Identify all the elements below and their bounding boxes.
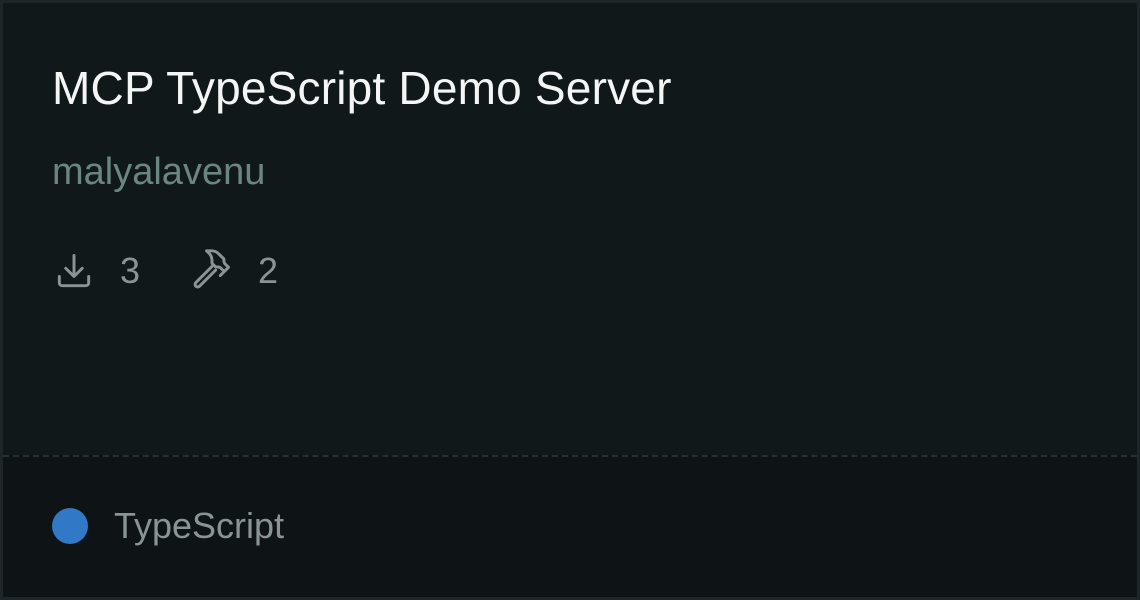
language-color-dot bbox=[52, 508, 88, 544]
stats-row: 3 2 bbox=[52, 249, 328, 293]
author-name[interactable]: malyalavenu bbox=[52, 151, 265, 194]
card-footer: TypeScript bbox=[3, 455, 1137, 597]
tools-stat: 2 bbox=[190, 249, 278, 293]
tools-count: 2 bbox=[258, 250, 279, 291]
hammer-icon bbox=[190, 249, 234, 293]
server-card[interactable]: MCP TypeScript Demo Server malyalavenu 3 bbox=[0, 0, 1140, 600]
language-badge: TypeScript bbox=[52, 505, 284, 547]
card-body: MCP TypeScript Demo Server malyalavenu 3 bbox=[3, 3, 1137, 455]
downloads-count: 3 bbox=[120, 250, 141, 291]
downloads-stat: 3 bbox=[52, 249, 140, 293]
language-label: TypeScript bbox=[114, 505, 285, 546]
download-icon bbox=[52, 249, 96, 293]
server-title[interactable]: MCP TypeScript Demo Server bbox=[52, 61, 672, 115]
